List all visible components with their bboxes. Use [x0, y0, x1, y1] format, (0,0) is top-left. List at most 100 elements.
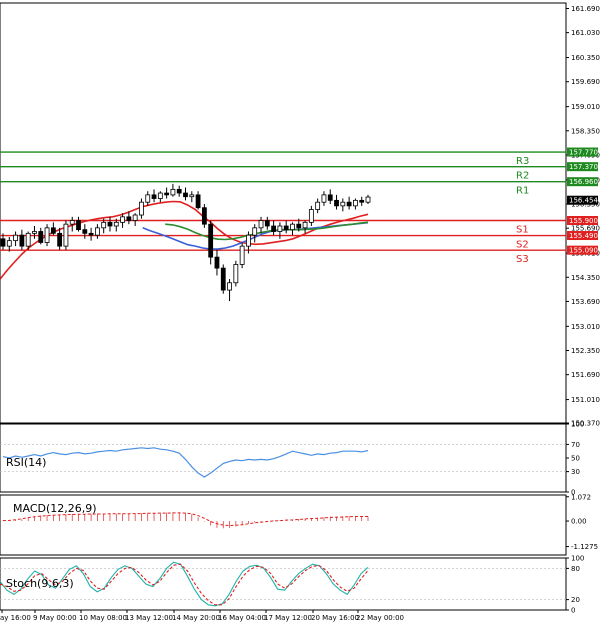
price-tick-label: 151.690 [571, 371, 600, 379]
level-value-s1: 155.900 [569, 217, 598, 225]
candle-body [334, 199, 339, 207]
stoch-panel: 100 80 20 0 Stoch(9,6,3) [0, 555, 584, 615]
candle-body [327, 194, 333, 201]
candle-body [227, 282, 232, 291]
candle-body [50, 227, 56, 234]
candle-body [283, 225, 289, 231]
candle-body [132, 214, 138, 221]
price-tick-label: 152.350 [571, 347, 600, 355]
candle-body [126, 216, 132, 221]
level-value-s3: 155.090 [569, 247, 598, 255]
candle-body [233, 264, 239, 284]
level-value-r2: 157.370 [569, 163, 598, 171]
candle-body [264, 220, 270, 227]
rsi-title: RSI(14) [6, 456, 46, 469]
level-name-r1: R1 [516, 186, 529, 197]
price-panel-frame [0, 2, 567, 424]
candle-body [25, 232, 31, 247]
level-name-r3: R3 [516, 156, 529, 167]
candle-body [63, 223, 69, 247]
candle [239, 242, 245, 269]
candle [220, 264, 226, 294]
macd-axis: 1.072 0.00 -1.1275 [566, 493, 598, 551]
candle-body [107, 221, 113, 227]
level-name-r2: R2 [516, 171, 529, 182]
rsi-axis: 1007050300 [566, 421, 584, 497]
level-name-s1: S1 [516, 225, 529, 236]
candle-body [220, 267, 226, 291]
axis-tick-label: 70 [571, 441, 580, 449]
forex-chart: R3 R2 R1 S1 S2 S3 161.690 161.030 160.350 159.69… [0, 2, 600, 622]
axis-tick-label: 100 [571, 555, 584, 563]
time-axis: ay 16:00 9 May 00:00 10 May 08:0013 May 12… [0, 610, 404, 622]
candle-body [246, 234, 251, 247]
level-name-s2: S2 [516, 240, 529, 251]
candle [44, 224, 50, 247]
stoch-axis: 100 80 20 0 [566, 555, 584, 615]
candle-body [195, 194, 201, 209]
candle-body [189, 194, 195, 198]
macd-title: MACD(12,26,9) [13, 502, 97, 515]
price-tick-label: 154.350 [571, 274, 600, 282]
candle-body [214, 256, 220, 269]
candle-body [0, 238, 6, 247]
candle-body [290, 223, 295, 231]
candle [201, 204, 207, 228]
candle-body [271, 225, 277, 232]
candle-body [57, 232, 63, 247]
candle-body [13, 234, 18, 242]
price-tick-label: 161.690 [571, 5, 600, 13]
candle-body [120, 216, 125, 223]
candle [63, 220, 69, 250]
time-tick-label: 14 May 20:00 [172, 614, 220, 622]
current-price-label: 156.454 [569, 197, 598, 205]
price-tick-label: 151.010 [571, 396, 600, 404]
candle-body [76, 220, 81, 231]
candle-body [277, 225, 283, 232]
candle-body [101, 221, 107, 229]
candle-body [170, 188, 176, 196]
rsi-panel: 1007050300 RSI(14) [0, 421, 584, 497]
level-value-r1: 156.960 [569, 178, 598, 186]
stoch-panel-frame [0, 557, 567, 611]
axis-tick-label: 0.00 [571, 518, 587, 526]
candle-body [308, 209, 314, 223]
time-tick-label: ay 16:00 [0, 614, 31, 622]
candle [233, 260, 239, 287]
candle-body [6, 240, 12, 247]
candle-body [113, 221, 119, 227]
level-value-s2: 155.490 [569, 232, 598, 240]
rsi-panel-frame [0, 423, 567, 493]
price-panel: R3 R2 R1 S1 S2 S3 161.690 161.030 160.350 159.69… [0, 2, 600, 428]
candle-body [94, 227, 100, 236]
candle-body [139, 201, 144, 216]
candle-body [183, 192, 188, 198]
candle-body [164, 192, 170, 196]
candle-body [44, 227, 50, 243]
axis-tick-label: 0 [571, 607, 575, 615]
price-tick-label: 159.010 [571, 103, 600, 111]
axis-tick-label: 80 [571, 565, 580, 573]
current-price-tag: 156.454 [567, 195, 598, 205]
candle-body [353, 199, 358, 207]
candle-body [19, 234, 25, 247]
candle-body [145, 194, 151, 203]
level-value-r3: 157.770 [569, 149, 598, 157]
candle-body [69, 220, 75, 225]
level-name-s3: S3 [516, 254, 529, 265]
candle-body [82, 229, 88, 234]
time-tick-label: 22 May 00:00 [356, 614, 404, 622]
price-tick-label: 153.010 [571, 323, 600, 331]
candle-body [302, 221, 308, 229]
time-tick-label: 9 May 00:00 [33, 614, 77, 622]
candle-body [239, 245, 245, 265]
price-tick-label: 160.350 [571, 54, 600, 62]
candle-body [88, 232, 94, 236]
candle-body [32, 231, 37, 234]
time-tick-label: 20 May 16:00 [311, 614, 359, 622]
axis-tick-label: -1.1275 [571, 543, 598, 551]
candle-body [258, 220, 264, 229]
axis-tick-label: 1.072 [571, 493, 591, 501]
candle-body [151, 194, 157, 199]
candle-body [296, 223, 302, 229]
